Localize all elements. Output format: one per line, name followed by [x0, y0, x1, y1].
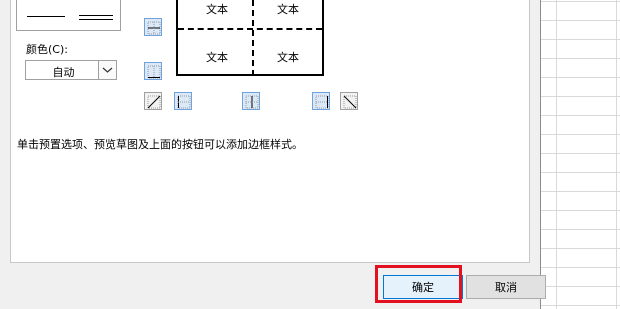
border-right-icon[interactable] [312, 92, 330, 110]
preview-inner-vertical [252, 0, 254, 76]
border-preview[interactable]: 文本 文本 文本 文本 [176, 0, 324, 76]
diagonal-up-icon[interactable] [144, 92, 162, 110]
chevron-down-icon[interactable] [98, 61, 116, 79]
border-horizontal-inner-icon[interactable] [144, 18, 162, 36]
border-bottom-icon[interactable] [144, 62, 162, 80]
line-style-double-top[interactable] [79, 15, 113, 16]
format-cells-dialog: 颜色(C): 自动 文本 文本 文本 文本 单击预置选项、预览草图及上面的按钮可… [0, 0, 546, 309]
color-dropdown[interactable]: 自动 [25, 60, 117, 80]
border-vertical-inner-icon[interactable] [242, 92, 260, 110]
cancel-button[interactable]: 取消 [466, 275, 546, 299]
diagonal-down-icon[interactable] [340, 92, 358, 110]
border-hint-text: 单击预置选项、预览草图及上面的按钮可以添加边框样式。 [17, 138, 303, 151]
color-dropdown-value: 自动 [52, 66, 75, 79]
preview-text: 文本 [206, 51, 228, 64]
preview-text: 文本 [277, 51, 299, 64]
line-style-thin[interactable] [27, 16, 65, 17]
preview-text: 文本 [206, 3, 228, 16]
spreadsheet-grid [540, 0, 620, 309]
line-style-list[interactable] [16, 0, 121, 31]
border-left-icon[interactable] [174, 92, 192, 110]
preview-inner-horizontal [178, 28, 322, 30]
preview-text: 文本 [277, 3, 299, 16]
color-label: 颜色(C): [26, 43, 68, 56]
ok-button-highlight [375, 265, 462, 303]
line-style-double-bottom [79, 19, 113, 20]
